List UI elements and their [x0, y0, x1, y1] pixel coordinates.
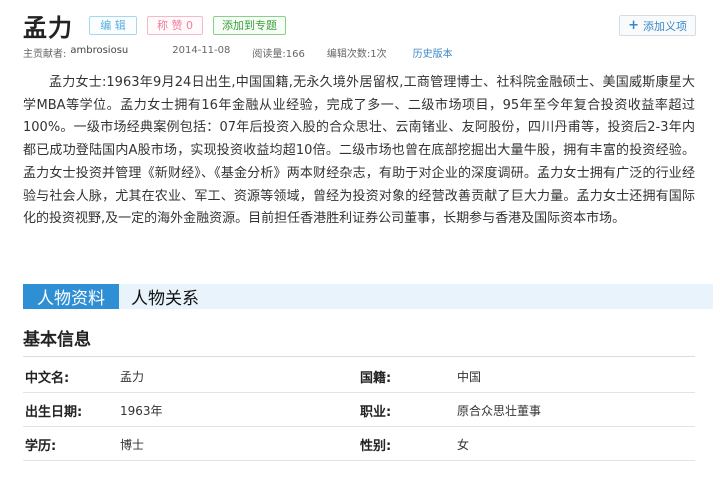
info-value: 中国	[457, 370, 482, 384]
info-label: 性别:	[360, 439, 392, 454]
edits-label: 编辑次数:	[326, 49, 371, 60]
info-label: 学历:	[25, 439, 57, 454]
title-row: 孟力 编 辑 称 赞 0 添加到专题	[23, 10, 286, 42]
info-row: 中文名: 孟力 国籍: 中国	[23, 360, 695, 393]
plus-icon: +	[628, 18, 639, 33]
info-row: 学历: 博士 性别: 女	[23, 428, 695, 461]
add-meaning-label: 添加义项	[643, 19, 687, 33]
info-value: 博士	[120, 438, 145, 452]
history-link[interactable]: 历史版本	[413, 45, 453, 60]
section-title: 基本信息	[23, 330, 91, 350]
edits-value: 1次	[370, 49, 387, 60]
edit-button[interactable]: 编 辑	[89, 15, 137, 35]
edit-date: 2014-11-08	[172, 45, 231, 56]
page-title: 孟力	[23, 12, 73, 42]
info-row: 出生日期: 1963年 职业: 原合众思壮董事	[23, 394, 695, 427]
info-value: 女	[457, 438, 470, 452]
add-meaning-button[interactable]: + 添加义项	[619, 15, 696, 36]
author-label: 主贡献者:	[23, 49, 67, 60]
like-button[interactable]: 称 赞 0	[147, 15, 203, 35]
add-to-topic-button[interactable]: 添加到专题	[213, 15, 286, 35]
views-label: 阅读量:	[252, 49, 286, 60]
views-count: 阅读量:166	[252, 45, 304, 60]
info-value: 孟力	[120, 370, 145, 384]
info-label: 国籍:	[360, 371, 392, 386]
author-name[interactable]: ambrosiosu	[70, 45, 128, 60]
info-value: 1963年	[120, 404, 163, 418]
tab-relations[interactable]: 人物关系	[119, 284, 213, 309]
tab-profile[interactable]: 人物资料	[23, 284, 119, 309]
info-label: 职业:	[360, 405, 392, 420]
info-label: 中文名:	[25, 371, 70, 386]
views-value: 166	[285, 49, 305, 60]
edits-count: 编辑次数:1次	[327, 45, 387, 60]
intro-paragraph: 孟力女士:1963年9月24日出生,中国国籍,无永久境外居留权,工商管理博士、社…	[23, 75, 695, 227]
info-value: 原合众思壮董事	[457, 404, 542, 418]
tab-bar: 人物资料 人物关系	[23, 284, 713, 309]
meta-row: 主贡献者: ambrosiosu 2014-11-08 阅读量:166 编辑次数…	[23, 45, 453, 60]
section-divider	[23, 356, 695, 357]
info-label: 出生日期:	[25, 405, 83, 420]
